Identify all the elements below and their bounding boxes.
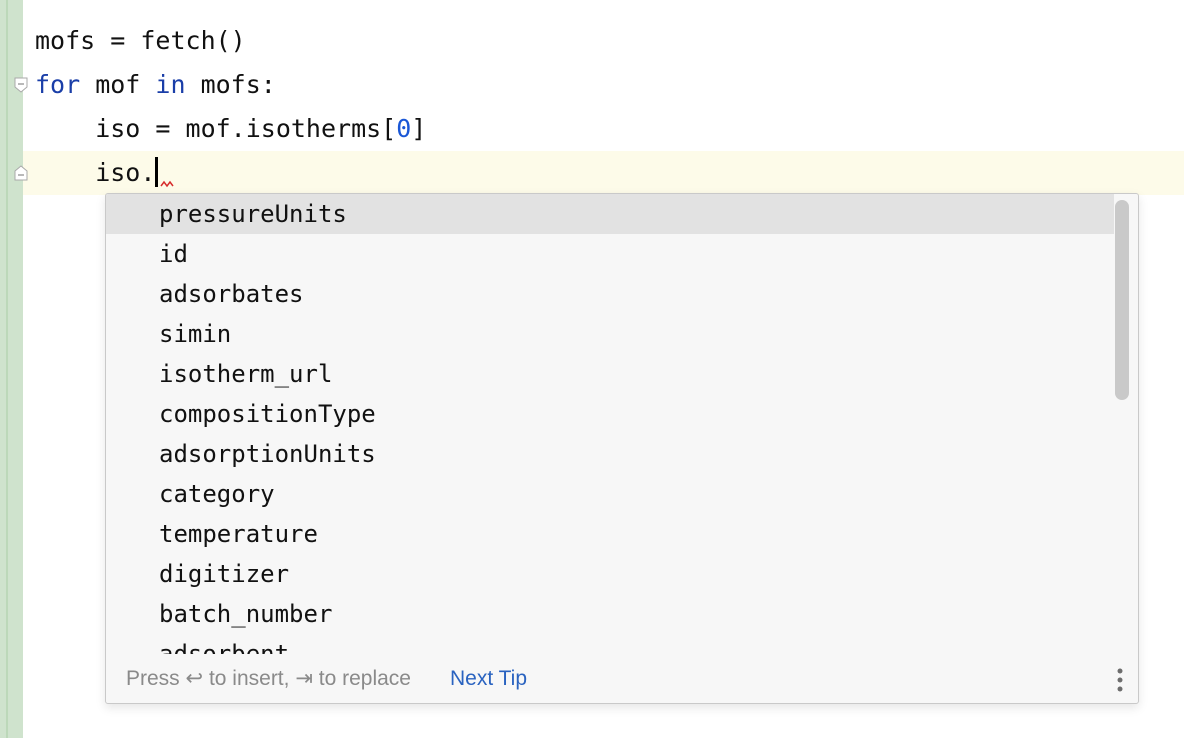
- code-line-4-current[interactable]: iso.: [23, 151, 1184, 195]
- code-text: iso = mof.isotherms[0]: [35, 107, 426, 151]
- completion-hint: Press ↩ to insert, ⇥ to replace: [126, 667, 411, 690]
- completion-item[interactable]: temperature: [106, 514, 1114, 554]
- code-segment: iso = mof.isotherms[: [35, 114, 397, 143]
- code-segment: mof: [80, 70, 156, 99]
- completion-item[interactable]: pressureUnits: [106, 194, 1114, 234]
- completion-item[interactable]: isotherm_url: [106, 354, 1114, 394]
- next-tip-link[interactable]: Next Tip: [450, 655, 527, 703]
- completion-scrollbar[interactable]: [1115, 200, 1129, 400]
- completion-item[interactable]: simin: [106, 314, 1114, 354]
- code-line-3[interactable]: iso = mof.isotherms[0]: [23, 107, 1184, 151]
- code-text: for mof in mofs:: [35, 63, 276, 107]
- completion-item[interactable]: id: [106, 234, 1114, 274]
- completion-item[interactable]: batch_number: [106, 594, 1114, 634]
- code-line-2[interactable]: for mof in mofs:: [23, 63, 1184, 107]
- fold-end-icon[interactable]: [13, 165, 29, 181]
- code-text: mofs = fetch(): [35, 26, 246, 55]
- completion-item[interactable]: adsorbent: [106, 634, 1114, 654]
- completion-item[interactable]: compositionType: [106, 394, 1114, 434]
- code-segment: mofs:: [185, 70, 276, 99]
- more-options-icon[interactable]: [1116, 667, 1124, 693]
- error-squiggle-icon: [160, 180, 174, 188]
- completion-footer: Press ↩ to insert, ⇥ to replace Next Tip: [106, 655, 1138, 703]
- completion-list[interactable]: pressureUnits id adsorbates simin isotherm_u…: [106, 194, 1114, 654]
- completion-popup[interactable]: pressureUnits id adsorbates simin isotherm_u…: [105, 193, 1139, 704]
- fold-start-icon[interactable]: [13, 77, 29, 93]
- keyword-in: in: [155, 70, 186, 99]
- keyword-for: for: [35, 70, 81, 99]
- number-literal: 0: [396, 114, 412, 143]
- completion-item[interactable]: digitizer: [106, 554, 1114, 594]
- completion-item[interactable]: adsorbates: [106, 274, 1114, 314]
- completion-item[interactable]: adsorptionUnits: [106, 434, 1114, 474]
- text-caret: [155, 157, 159, 187]
- code-segment: iso.: [35, 158, 156, 187]
- completion-item[interactable]: category: [106, 474, 1114, 514]
- code-line-1[interactable]: mofs = fetch(): [23, 19, 1184, 63]
- code-text: iso.: [35, 151, 159, 195]
- code-segment: ]: [411, 114, 427, 143]
